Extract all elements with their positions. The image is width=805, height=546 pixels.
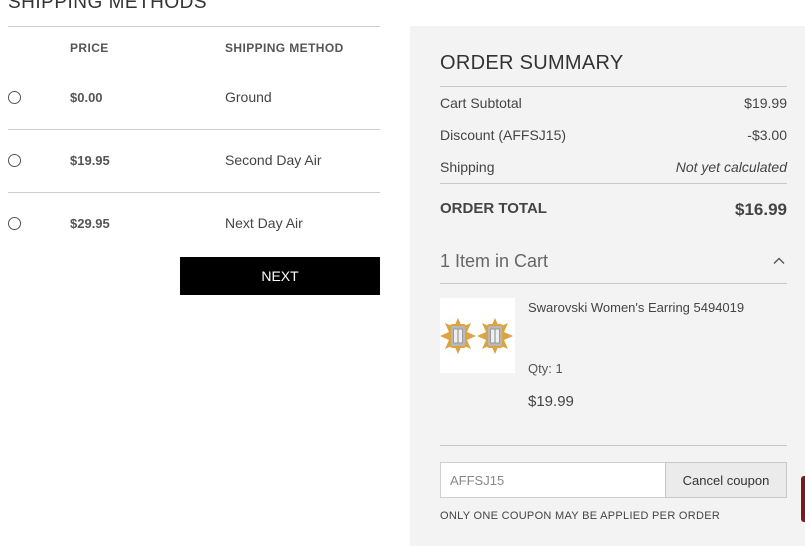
cart-subtotal-value: $19.99	[744, 95, 787, 111]
shipping-label: Shipping	[440, 159, 495, 175]
divider	[440, 445, 787, 446]
price-next-day-air: $29.95	[70, 216, 110, 231]
divider	[440, 86, 787, 87]
product-name: Swarovski Women's Earring 5494019	[528, 300, 745, 315]
divider	[440, 283, 787, 284]
earring-image	[440, 318, 513, 354]
product-image	[440, 298, 515, 373]
order-summary-title: ORDER SUMMARY	[440, 52, 624, 74]
cancel-coupon-button[interactable]: Cancel coupon	[665, 462, 787, 498]
radio-second-day-air[interactable]	[8, 154, 21, 167]
radio-ground[interactable]	[8, 91, 21, 104]
price-column-header: PRICE	[70, 41, 109, 55]
radio-next-day-air[interactable]	[8, 217, 21, 230]
cart-subtotal-label: Cart Subtotal	[440, 95, 522, 111]
method-second-day-air: Second Day Air	[225, 152, 322, 168]
price-second-day-air: $19.95	[70, 153, 110, 168]
divider	[8, 192, 380, 193]
shipping-method-column-header: SHIPPING METHOD	[225, 41, 344, 55]
shipping-value: Not yet calculated	[675, 159, 787, 175]
product-qty: Qty: 1	[528, 361, 563, 376]
next-button[interactable]: NEXT	[180, 257, 380, 295]
discount-value: -$3.00	[747, 127, 787, 143]
shipping-methods-title: SHIPPING METHODS	[8, 0, 208, 13]
order-total-value: $16.99	[735, 200, 787, 219]
method-ground: Ground	[225, 89, 272, 105]
order-summary-panel: ORDER SUMMARY Cart Subtotal $19.99 Disco…	[410, 26, 805, 546]
divider	[8, 26, 380, 27]
method-next-day-air: Next Day Air	[225, 215, 303, 231]
items-in-cart-toggle[interactable]: 1 Item in Cart	[440, 251, 548, 272]
chat-widget-tab[interactable]	[801, 476, 805, 522]
price-ground: $0.00	[70, 90, 103, 105]
discount-label: Discount (AFFSJ15)	[440, 127, 567, 143]
product-price: $19.99	[528, 393, 574, 410]
order-total-label: ORDER TOTAL	[440, 200, 547, 217]
divider	[440, 183, 787, 184]
chevron-up-icon[interactable]	[773, 255, 785, 267]
coupon-input[interactable]	[440, 462, 666, 498]
coupon-note: ONLY ONE COUPON MAY BE APPLIED PER ORDER	[440, 510, 721, 522]
divider	[8, 129, 380, 130]
